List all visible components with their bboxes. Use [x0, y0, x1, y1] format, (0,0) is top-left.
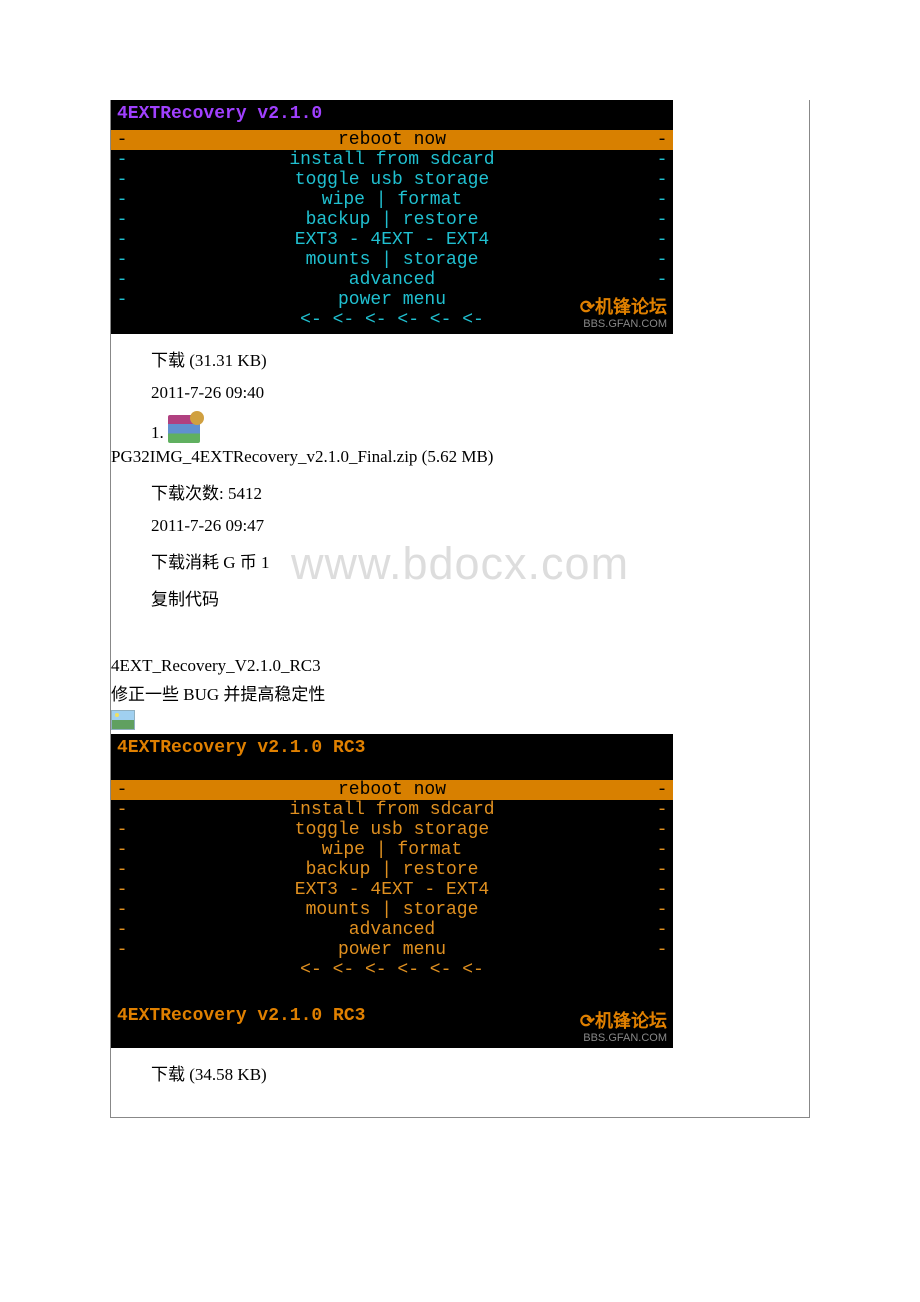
recov1-item: -mounts | storage-	[111, 250, 673, 270]
recov1-item: -toggle usb storage-	[111, 170, 673, 190]
recovery-screenshot-2: 4EXTRecovery v2.1.0 RC3 - reboot now - -…	[111, 734, 673, 1048]
recovery-screenshot-1: 4EXTRecovery v2.1.0 - reboot now - -inst…	[111, 100, 673, 334]
section2-title: 4EXT_Recovery_V2.1.0_RC3	[111, 656, 809, 676]
download-link-2[interactable]: 下载 (34.58 KB)	[111, 1060, 809, 1085]
archive-icon	[168, 415, 200, 443]
download-link-1[interactable]: 下载 (31.31 KB)	[111, 346, 809, 371]
recov2-item: -mounts | storage-	[111, 900, 673, 920]
recov1-item: -EXT3 - 4EXT - EXT4-	[111, 230, 673, 250]
recov1-item: -wipe | format-	[111, 190, 673, 210]
recov2-item: -install from sdcard-	[111, 800, 673, 820]
attachment-list-item: 1.	[111, 415, 809, 443]
recov2-item: -wipe | format-	[111, 840, 673, 860]
zip-filename[interactable]: PG32IMG_4EXTRecovery_v2.1.0_Final.zip (5…	[111, 447, 809, 467]
download-count: 下载次数: 5412	[111, 479, 809, 504]
recov2-arrows: <- <- <- <- <- <-	[111, 960, 673, 984]
gfan-watermark: ⟳机锋论坛 BBS.GFAN.COM	[580, 298, 667, 330]
recov2-item: -toggle usb storage-	[111, 820, 673, 840]
recov2-item: -EXT3 - 4EXT - EXT4-	[111, 880, 673, 900]
recov1-title: 4EXTRecovery v2.1.0	[111, 100, 673, 130]
recov2-title: 4EXTRecovery v2.1.0 RC3	[111, 734, 673, 764]
recov2-item: -power menu-	[111, 940, 673, 960]
recov2-item: -advanced-	[111, 920, 673, 940]
recov1-item: -backup | restore-	[111, 210, 673, 230]
broken-image-icon	[111, 709, 809, 730]
recov2-item: -backup | restore-	[111, 860, 673, 880]
gfan-watermark: ⟳机锋论坛 BBS.GFAN.COM	[580, 1012, 667, 1044]
recov1-item: -advanced-	[111, 270, 673, 290]
date-1: 2011-7-26 09:40	[111, 383, 809, 403]
download-cost: 下载消耗 G 币 1	[111, 548, 809, 573]
copy-code-link[interactable]: 复制代码	[111, 585, 809, 610]
recov1-menu-highlight: - reboot now -	[111, 130, 673, 150]
date-2: 2011-7-26 09:47	[111, 516, 809, 536]
section2-desc: 修正一些 BUG 并提高稳定性	[111, 680, 809, 705]
recov1-item: -install from sdcard-	[111, 150, 673, 170]
recov2-menu-highlight: - reboot now -	[111, 780, 673, 800]
